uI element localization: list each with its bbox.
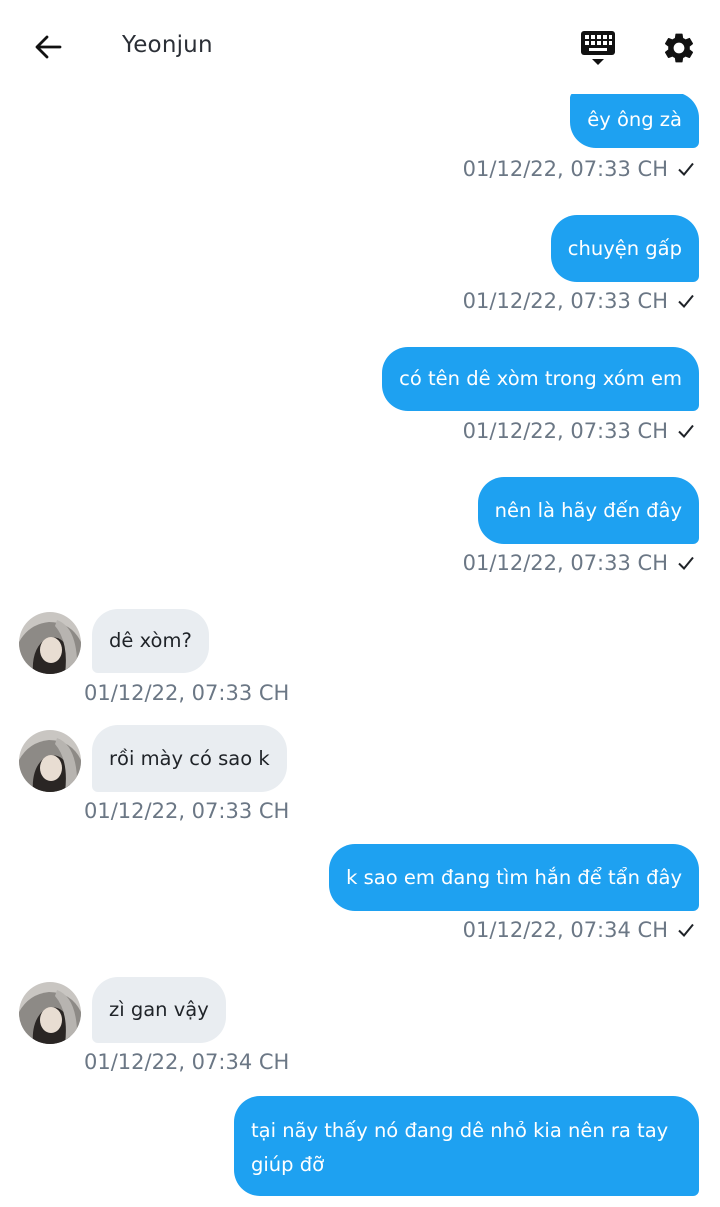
- read-check-icon: [678, 556, 694, 570]
- outgoing-message-bubble[interactable]: k sao em đang tìm hắn để tẩn đây: [329, 844, 699, 911]
- incoming-message-bubble[interactable]: rồi mày có sao k: [92, 725, 287, 792]
- arrow-left-icon: [35, 35, 62, 59]
- chat-header: Yeonjun: [0, 0, 720, 94]
- message-timestamp: 01/12/22, 07:33 CH: [84, 799, 290, 823]
- message-timestamp: 01/12/22, 07:33 CH: [462, 419, 668, 443]
- message-meta: 01/12/22, 07:34 CH: [463, 918, 696, 942]
- message-text: chuyện gấp: [567, 236, 682, 260]
- outgoing-message-bubble[interactable]: nên là hãy đến đây: [477, 477, 699, 544]
- read-check-icon: [678, 162, 694, 176]
- gear-icon: [664, 33, 694, 63]
- message-meta: 01/12/22, 07:33 CH: [463, 289, 696, 313]
- message-meta: 01/12/22, 07:33 CH: [84, 681, 289, 705]
- message-meta: 01/12/22, 07:33 CH: [84, 799, 289, 823]
- outgoing-message-bubble[interactable]: chuyện gấp: [550, 215, 699, 282]
- message-meta: 01/12/22, 07:34 CH: [84, 1050, 289, 1074]
- message-text: rồi mày có sao k: [109, 746, 270, 770]
- read-check-icon: [678, 294, 694, 308]
- keyboard-button[interactable]: [578, 28, 618, 68]
- message-timestamp: 01/12/22, 07:34 CH: [462, 918, 668, 942]
- contact-avatar[interactable]: [19, 982, 81, 1044]
- message-timestamp: 01/12/22, 07:33 CH: [462, 289, 668, 313]
- message-timestamp: 01/12/22, 07:33 CH: [84, 681, 290, 705]
- avatar-photo: [19, 730, 81, 792]
- message-text: có tên dê xòm trong xóm em: [399, 367, 682, 390]
- outgoing-message-bubble[interactable]: êy ông zà: [570, 92, 699, 148]
- message-list[interactable]: êy ông zà 01/12/22, 07:33 CH chuyện gấp …: [0, 0, 720, 1207]
- contact-avatar[interactable]: [19, 730, 81, 792]
- incoming-message-bubble[interactable]: dê xòm?: [92, 609, 209, 673]
- keyboard-icon: [581, 31, 615, 65]
- message-text: nên là hãy đến đây: [494, 498, 682, 522]
- message-meta: 01/12/22, 07:33 CH: [463, 551, 696, 575]
- message-text: tại nãy thấy nó đang dê nhỏ kia nên ra t…: [251, 1119, 669, 1176]
- read-check-icon: [678, 424, 694, 438]
- message-timestamp: 01/12/22, 07:33 CH: [462, 551, 668, 575]
- message-meta: 01/12/22, 07:33 CH: [463, 157, 696, 181]
- read-check-icon: [678, 923, 694, 937]
- avatar-photo: [19, 612, 81, 674]
- incoming-message-bubble[interactable]: zì gan vậy: [92, 977, 226, 1043]
- outgoing-message-bubble[interactable]: tại nãy thấy nó đang dê nhỏ kia nên ra t…: [234, 1096, 699, 1196]
- message-text: k sao em đang tìm hắn để tẩn đây: [346, 865, 682, 889]
- avatar-photo: [19, 982, 81, 1044]
- back-button[interactable]: [30, 29, 66, 65]
- outgoing-message-bubble[interactable]: có tên dê xòm trong xóm em: [382, 347, 699, 411]
- message-timestamp: 01/12/22, 07:33 CH: [462, 157, 668, 181]
- contact-name: Yeonjun: [122, 32, 213, 58]
- message-meta: 01/12/22, 07:33 CH: [463, 419, 696, 443]
- contact-avatar[interactable]: [19, 612, 81, 674]
- message-text: zì gan vậy: [109, 998, 209, 1021]
- message-timestamp: 01/12/22, 07:34 CH: [84, 1050, 290, 1074]
- settings-button[interactable]: [658, 27, 700, 69]
- message-text: dê xòm?: [109, 629, 192, 652]
- message-text: êy ông zà: [587, 108, 682, 131]
